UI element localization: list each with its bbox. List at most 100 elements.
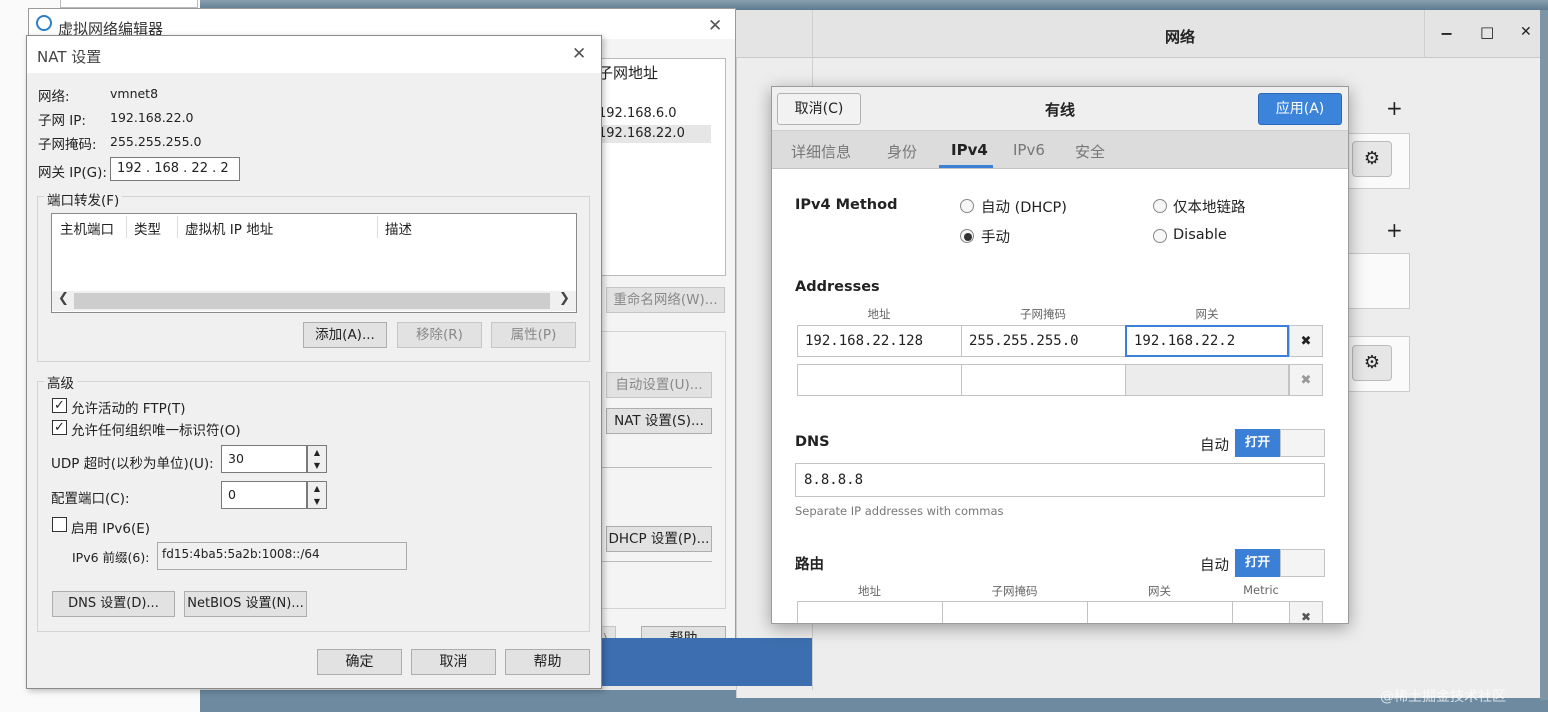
delete-address-icon[interactable]: ✖: [1289, 364, 1323, 396]
allow-ftp-checkbox[interactable]: ✓: [52, 398, 67, 413]
minimize-button[interactable]: −: [1440, 24, 1453, 43]
column-host-port[interactable]: 主机端口: [60, 218, 114, 238]
tab-security[interactable]: 安全: [1075, 141, 1105, 162]
vne-close-button[interactable]: ✕: [708, 16, 722, 36]
help-button[interactable]: 帮助: [505, 649, 590, 675]
dhcp-settings-button[interactable]: DHCP 设置(P)...: [606, 526, 712, 552]
close-button[interactable]: ✕: [1520, 24, 1532, 40]
dns-auto-switch-knob[interactable]: [1280, 429, 1325, 457]
divider: [596, 561, 712, 562]
allow-oui-checkbox[interactable]: ✓: [52, 420, 67, 435]
route-gateway-input[interactable]: [1087, 601, 1233, 623]
add-vpn-button[interactable]: +: [1386, 218, 1403, 242]
tab-details[interactable]: 详细信息: [791, 141, 851, 162]
subnet-ip-value: 192.168.22.0: [110, 110, 194, 125]
desktop-right-edge: [1540, 10, 1548, 700]
radio-manual[interactable]: [960, 229, 974, 243]
route-netmask-input[interactable]: [942, 601, 1088, 623]
gear-icon[interactable]: ⚙: [1352, 141, 1392, 177]
header-divider-right: [1424, 10, 1425, 58]
gateway-input[interactable]: 192.168.22.2: [1125, 325, 1289, 357]
link-local-label: 仅本地链路: [1173, 200, 1246, 216]
scrollbar-thumb[interactable]: [74, 293, 550, 309]
column-vm-ip[interactable]: 虚拟机 IP 地址: [185, 218, 273, 238]
routes-auto-switch-knob[interactable]: [1280, 549, 1325, 577]
column-description[interactable]: 描述: [385, 218, 412, 238]
dns-auto-switch[interactable]: 打开: [1235, 429, 1280, 457]
address-input-empty[interactable]: [797, 364, 962, 396]
subnet-mask-label: 子网掩码:: [38, 137, 97, 153]
allow-ftp-label: 允许活动的 FTP(T): [71, 401, 186, 417]
ipv6-prefix-input[interactable]: fd15:4ba5:5a2b:1008::/64: [157, 542, 407, 570]
udp-spinner[interactable]: ▲ ▼: [307, 445, 327, 473]
nat-close-button[interactable]: ✕: [572, 44, 586, 64]
route-metric-input[interactable]: [1232, 601, 1290, 623]
manual-label: 手动: [981, 230, 1010, 246]
add-connection-button[interactable]: +: [1386, 96, 1403, 120]
routes-auto-label: 自动: [1200, 558, 1229, 574]
route-column-address: 地址: [858, 584, 881, 598]
cancel-button[interactable]: 取消(C): [777, 93, 861, 125]
udp-timeout-label: UDP 超时(以秒为单位)(U):: [51, 456, 214, 472]
auto-settings-button[interactable]: 自动设置(U)...: [606, 372, 712, 398]
port-forward-label: 端口转发(F): [44, 189, 123, 209]
dns-hint: Separate IP addresses with commas: [795, 504, 1004, 518]
ipv6-prefix-label: IPv6 前缀(6):: [72, 550, 150, 565]
subnet-row[interactable]: 192.168.6.0: [598, 106, 677, 121]
routes-auto-switch[interactable]: 打开: [1235, 549, 1280, 577]
subnet-row[interactable]: 192.168.22.0: [598, 126, 685, 141]
delete-route-icon[interactable]: ✖: [1289, 601, 1323, 623]
gateway-ip-input[interactable]: 192 . 168 . 22 . 2: [110, 157, 240, 181]
gear-icon[interactable]: ⚙: [1352, 345, 1392, 381]
nat-settings-button[interactable]: NAT 设置(S)...: [606, 408, 712, 434]
apply-button[interactable]: 应用(A): [1258, 93, 1342, 125]
tab-ipv4[interactable]: IPv4: [951, 141, 988, 159]
column-divider: [377, 216, 378, 238]
netmask-input[interactable]: 255.255.255.0: [961, 325, 1126, 357]
route-address-input[interactable]: [797, 601, 943, 623]
subnet-ip-label: 子网 IP:: [38, 113, 86, 129]
allow-oui-label: 允许任何组织唯一标识符(O): [71, 423, 241, 439]
scroll-left-icon[interactable]: ❮: [58, 291, 69, 306]
cancel-button[interactable]: 取消: [411, 649, 496, 675]
dns-auto-label: 自动: [1200, 438, 1229, 454]
route-column-gateway: 网关: [1148, 584, 1171, 598]
tab-ipv6[interactable]: IPv6: [1013, 141, 1045, 159]
radio-auto-dhcp[interactable]: [960, 199, 974, 213]
network-list[interactable]: [596, 58, 726, 276]
column-type[interactable]: 类型: [134, 218, 161, 238]
address-input[interactable]: 192.168.22.128: [797, 325, 962, 357]
properties-button[interactable]: 属性(P): [491, 322, 576, 348]
vm-list-item[interactable]: [60, 0, 198, 8]
column-netmask: 子网掩码: [1020, 307, 1066, 321]
radio-link-local[interactable]: [1153, 199, 1167, 213]
vpn-card: [1349, 253, 1410, 309]
tab-identity[interactable]: 身份: [887, 141, 917, 162]
delete-address-icon[interactable]: ✖: [1289, 325, 1323, 357]
dns-label: DNS: [795, 434, 830, 450]
rename-network-button[interactable]: 重命名网络(W)...: [606, 287, 725, 313]
divider: [596, 467, 712, 468]
maximize-button[interactable]: □: [1480, 23, 1494, 41]
scroll-right-icon[interactable]: ❯: [559, 291, 570, 306]
remove-button[interactable]: 移除(R): [397, 322, 482, 348]
udp-timeout-input[interactable]: 30: [221, 445, 307, 473]
dns-input[interactable]: 8.8.8.8: [795, 463, 1325, 497]
routes-label: 路由: [795, 557, 824, 573]
netbios-settings-button[interactable]: NetBIOS 设置(N)...: [184, 591, 307, 617]
add-button[interactable]: 添加(A)...: [303, 322, 387, 348]
netmask-input-empty[interactable]: [961, 364, 1126, 396]
watermark: @稀土掘金技术社区: [1380, 689, 1506, 705]
config-port-input[interactable]: 0: [221, 481, 307, 509]
config-port-spinner[interactable]: ▲ ▼: [307, 481, 327, 509]
gateway-input-empty[interactable]: [1125, 364, 1289, 396]
enable-ipv6-checkbox[interactable]: [52, 517, 67, 532]
dns-settings-button[interactable]: DNS 设置(D)...: [52, 591, 175, 617]
network-label: 网络:: [38, 89, 70, 105]
column-address: 地址: [867, 307, 891, 321]
column-gateway: 网关: [1195, 307, 1219, 321]
route-column-metric: Metric: [1243, 583, 1279, 597]
network-value: vmnet8: [110, 86, 159, 101]
ok-button[interactable]: 确定: [317, 649, 402, 675]
radio-disable[interactable]: [1153, 229, 1167, 243]
